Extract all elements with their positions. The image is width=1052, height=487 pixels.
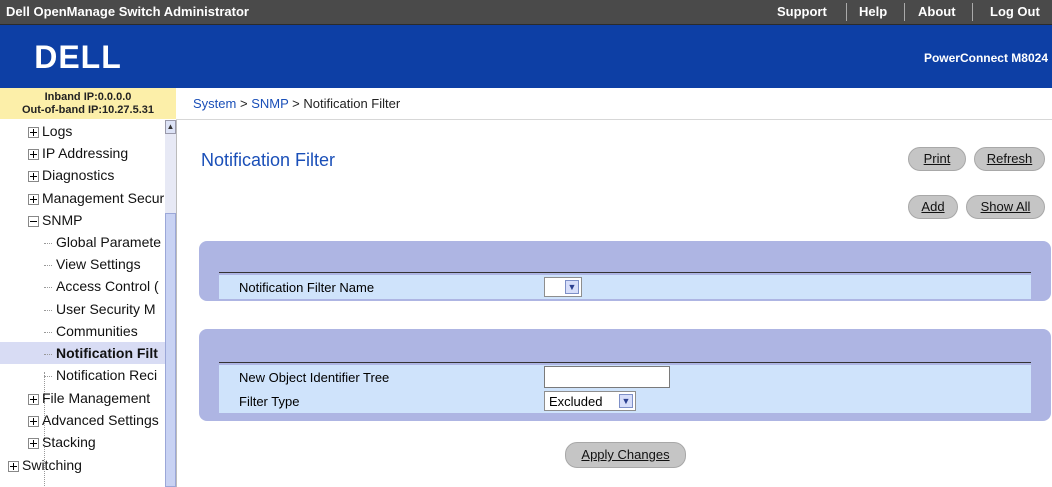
filter-type-select[interactable]: Excluded ▼ xyxy=(544,391,636,411)
tree-item-advanced-settings[interactable]: Advanced Settings xyxy=(28,409,159,431)
expand-icon[interactable] xyxy=(28,126,39,138)
print-button[interactable]: Print xyxy=(908,147,966,171)
expand-icon[interactable] xyxy=(28,415,39,427)
tree-item-view-settings[interactable]: View Settings xyxy=(44,253,141,275)
filter-type-value: Excluded xyxy=(549,394,603,409)
expand-icon[interactable] xyxy=(28,148,39,160)
separator xyxy=(904,3,905,21)
refresh-button[interactable]: Refresh xyxy=(974,147,1045,171)
oid-row: New Object Identifier Tree xyxy=(219,365,1031,389)
separator xyxy=(972,3,973,21)
breadcrumb-current: Notification Filter xyxy=(303,96,401,111)
apply-changes-button[interactable]: Apply Changes xyxy=(565,442,686,468)
add-button[interactable]: Add xyxy=(908,195,958,219)
inband-ip: Inband IP:0.0.0.0 xyxy=(44,91,132,103)
tree-item-notification-recipients[interactable]: Notification Reci xyxy=(44,364,157,386)
tree-item-switching[interactable]: Switching xyxy=(8,454,82,476)
oid-label: New Object Identifier Tree xyxy=(239,370,390,385)
expand-icon[interactable] xyxy=(8,460,19,472)
show-all-button[interactable]: Show All xyxy=(966,195,1045,219)
tree-item-file-management[interactable]: File Management xyxy=(28,387,150,409)
help-link[interactable]: Help xyxy=(859,4,887,19)
expand-icon[interactable] xyxy=(28,170,39,182)
expand-icon[interactable] xyxy=(28,193,39,205)
expand-icon[interactable] xyxy=(28,437,39,449)
ip-info-panel: Inband IP:0.0.0.0 Out-of-band IP:10.27.5… xyxy=(0,88,177,119)
filter-name-label: Notification Filter Name xyxy=(239,280,375,295)
main-content: Notification Filter Print Refresh Add Sh… xyxy=(177,120,1052,487)
about-link[interactable]: About xyxy=(918,4,956,19)
new-filter-panel: New Object Identifier Tree Filter Type E… xyxy=(199,329,1051,421)
collapse-icon[interactable] xyxy=(28,215,39,227)
breadcrumb-separator: > xyxy=(292,96,300,111)
top-bar: Dell OpenManage Switch Administrator Sup… xyxy=(0,0,1052,25)
breadcrumb-snmp[interactable]: SNMP xyxy=(251,96,288,111)
logout-link[interactable]: Log Out xyxy=(990,4,1040,19)
separator xyxy=(846,3,847,21)
navigation-tree: Logs IP Addressing Diagnostics Managemen… xyxy=(0,120,177,487)
tree-item-snmp[interactable]: SNMP xyxy=(28,209,82,231)
app-title: Dell OpenManage Switch Administrator xyxy=(6,4,249,19)
tree-item-management-security[interactable]: Management Secur xyxy=(28,187,164,209)
filter-select-panel: Notification Filter Name ▼ xyxy=(199,241,1051,301)
tree-item-logs[interactable]: Logs xyxy=(28,120,72,142)
tree-item-user-security[interactable]: User Security M xyxy=(44,298,156,320)
tree-item-communities[interactable]: Communities xyxy=(44,320,138,342)
dell-logo: DELL xyxy=(34,39,122,75)
filter-name-select[interactable]: ▼ xyxy=(544,277,582,297)
tree-item-global-parameters[interactable]: Global Paramete xyxy=(44,231,161,253)
tree-item-stacking[interactable]: Stacking xyxy=(28,431,96,453)
breadcrumb-system[interactable]: System xyxy=(193,96,236,111)
support-link[interactable]: Support xyxy=(777,4,827,19)
tree-item-access-control[interactable]: Access Control ( xyxy=(44,275,159,297)
oid-input[interactable] xyxy=(544,366,670,388)
filter-name-row: Notification Filter Name ▼ xyxy=(219,275,1031,299)
outband-ip: Out-of-band IP:10.27.5.31 xyxy=(21,104,155,116)
filter-type-label: Filter Type xyxy=(239,394,300,409)
brand-bar: DELL PowerConnect M8024 xyxy=(0,25,1052,88)
tree-scrollbar[interactable]: ▲ xyxy=(165,120,176,487)
chevron-down-icon: ▼ xyxy=(565,280,579,294)
tree-item-diagnostics[interactable]: Diagnostics xyxy=(28,164,114,186)
expand-icon[interactable] xyxy=(28,393,39,405)
tree-item-notification-filter[interactable]: Notification Filt xyxy=(0,342,165,364)
page-title: Notification Filter xyxy=(201,150,336,170)
svg-text:DELL: DELL xyxy=(34,39,122,75)
filter-type-row: Filter Type Excluded ▼ xyxy=(219,389,1031,413)
breadcrumb: System > SNMP > Notification Filter xyxy=(176,88,1052,120)
tree-item-ip-addressing[interactable]: IP Addressing xyxy=(28,142,128,164)
scrollbar-thumb[interactable] xyxy=(165,213,176,487)
breadcrumb-separator: > xyxy=(239,96,248,111)
scroll-up-arrow-icon[interactable]: ▲ xyxy=(165,120,176,134)
product-name: PowerConnect M8024 xyxy=(923,51,1048,65)
chevron-down-icon: ▼ xyxy=(619,394,633,408)
